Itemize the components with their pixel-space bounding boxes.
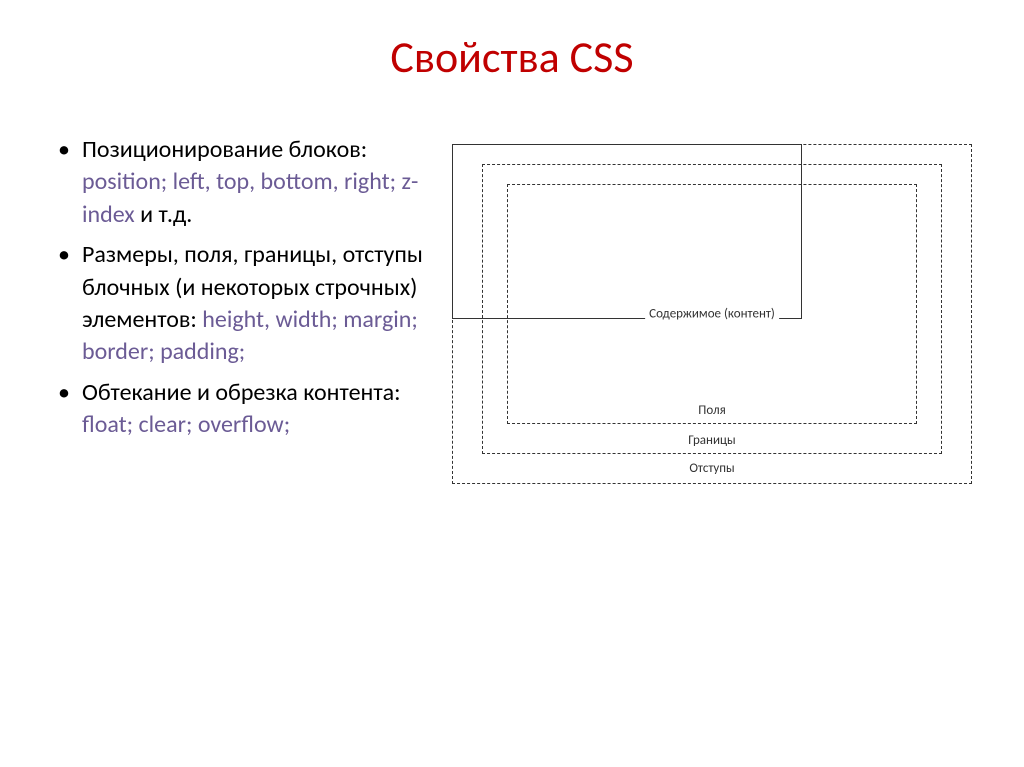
page-title: Свойства CSS [50,30,974,84]
bullet-list: Позиционирование блоков: position; left,… [50,134,430,442]
list-trail: и т.д. [140,200,192,229]
list-text: Обтекание и обрезка контента: [82,378,401,407]
box-model-diagram: Отступы Границы Поля Содержимое (контент… [452,144,972,484]
border-label: Границы [684,433,739,448]
list-keyword: float; clear; overflow; [82,410,290,439]
list-item: Обтекание и обрезка контента: float; cle… [50,377,430,442]
padding-box: Поля [507,184,917,424]
list-item: Позиционирование блоков: position; left,… [50,134,430,231]
list-text: Позиционирование блоков: [82,135,367,164]
content-label: Содержимое (контент) [645,307,779,322]
content-area: Позиционирование блоков: position; left,… [50,134,974,484]
margin-label: Отступы [685,461,738,476]
padding-label: Поля [694,403,730,418]
list-keyword: position; left, top, bottom, right; z-in… [82,167,418,228]
diagram-column: Отступы Границы Поля Содержимое (контент… [450,134,974,484]
list-item: Размеры, поля, границы, отступы блочных … [50,239,430,369]
bullet-list-column: Позиционирование блоков: position; left,… [50,134,430,484]
